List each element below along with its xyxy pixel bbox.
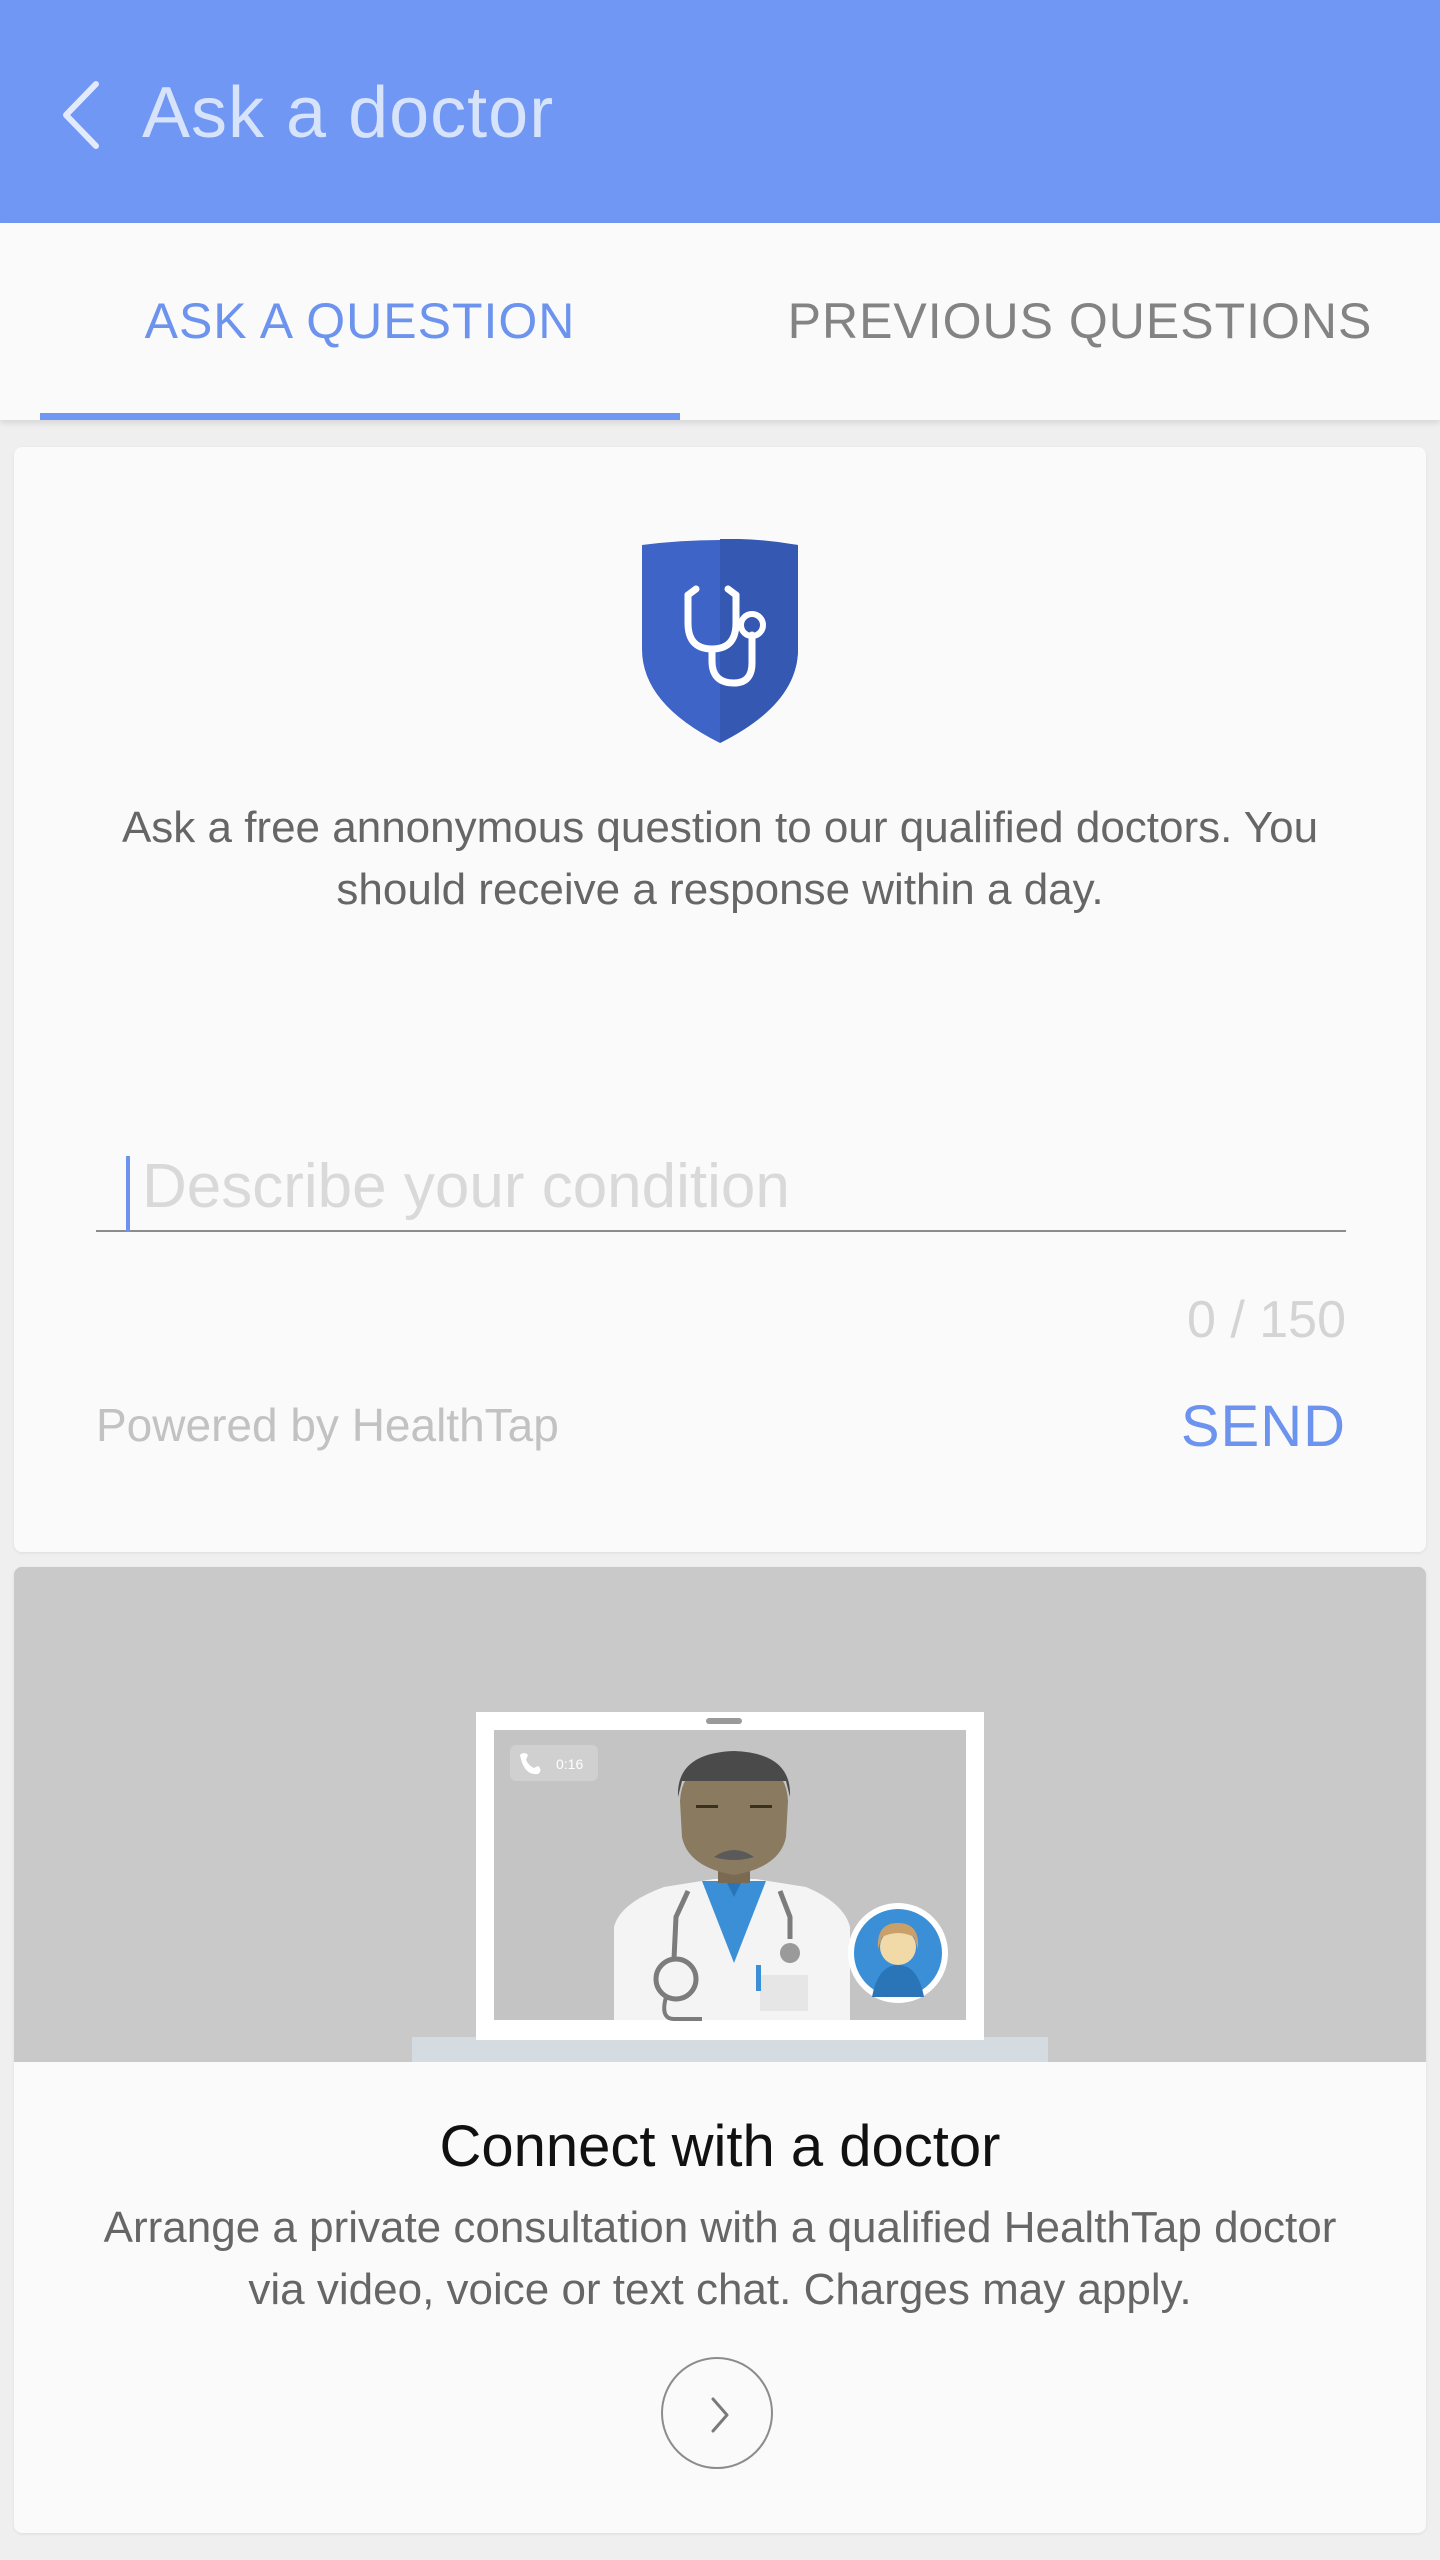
back-button[interactable] <box>50 70 120 160</box>
hero-banner: 0:16 <box>14 1567 1426 2062</box>
next-button[interactable] <box>661 2357 773 2469</box>
ask-description: Ask a free annonymous question to our qu… <box>121 803 1319 914</box>
app-bar: Ask a doctor <box>0 0 1440 223</box>
tab-previous-questions[interactable]: PREVIOUS QUESTIONS <box>760 223 1400 420</box>
connect-description: Arrange a private consultation with a qu… <box>103 2203 1337 2314</box>
connect-title: Connect with a doctor <box>439 2114 1001 2179</box>
connect-doctor-card[interactable]: 0:16 Connect with a doctor Arrange a pri… <box>14 1567 1426 2533</box>
active-tab-indicator <box>40 413 680 420</box>
send-button[interactable]: SEND <box>1181 1395 1346 1459</box>
video-call-illustration: 0:16 <box>14 1567 1426 2062</box>
chevron-right-icon <box>711 2397 729 2433</box>
tab-bar: ASK A QUESTION PREVIOUS QUESTIONS <box>0 223 1440 420</box>
character-counter: 0 / 150 <box>1186 1291 1346 1349</box>
shield-stethoscope-icon <box>642 539 798 743</box>
chevron-left-icon <box>63 81 99 149</box>
tab-ask-a-question[interactable]: ASK A QUESTION <box>40 223 680 420</box>
condition-input[interactable] <box>96 1142 1346 1232</box>
powered-by-label: Powered by HealthTap <box>96 1399 559 1451</box>
text-cursor <box>126 1156 130 1232</box>
page-title: Ask a doctor <box>142 73 555 153</box>
call-timer-label: 0:16 <box>556 1756 583 1772</box>
ask-question-card: Ask a free annonymous question to our qu… <box>14 447 1426 1552</box>
